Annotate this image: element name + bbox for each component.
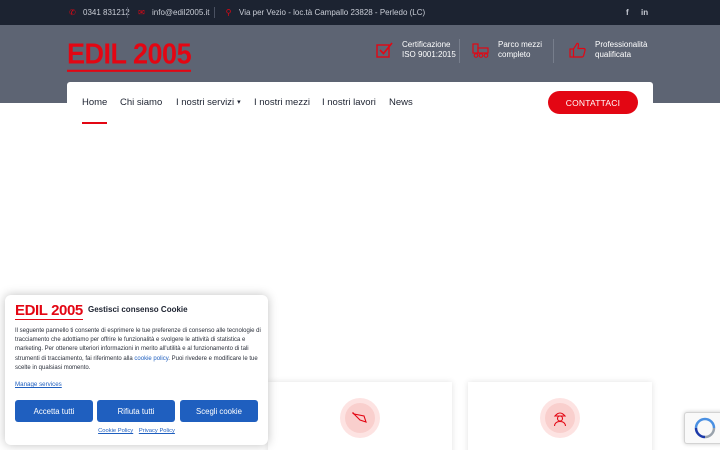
cookie-description: Il seguente pannello ti consente di espr… [15, 327, 261, 373]
divider [553, 39, 554, 63]
address-contact: ⚲ Via per Vezio - loc.tà Campallo 23828 … [224, 8, 426, 17]
phone-contact[interactable]: ✆ 0341 831212 [68, 8, 130, 17]
map-pin-icon: ⚲ [225, 8, 232, 17]
nav-item-mezzi[interactable]: I nostri mezzi [254, 97, 310, 108]
accept-all-button[interactable]: Accetta tutti [15, 400, 93, 422]
feature-line1: Professionalità [595, 40, 648, 49]
contact-button[interactable]: CONTATTACI [548, 91, 638, 114]
cookie-policy-link[interactable]: Cookie Policy [98, 428, 133, 434]
phone-number: 0341 831212 [83, 8, 130, 17]
service-card[interactable] [468, 382, 652, 450]
cookie-consent-dialog: EDIL 2005 Gestisci consenso Cookie Il se… [5, 295, 268, 445]
nav-item-news[interactable]: News [389, 97, 413, 108]
cookie-logo: EDIL 2005 [15, 302, 83, 320]
recaptcha-icon [694, 417, 715, 439]
feature-line2: completo [498, 50, 531, 59]
cookie-policy-inline-link[interactable]: cookie policy [134, 356, 168, 362]
envelope-icon: ✉ [138, 8, 145, 17]
worker-icon [540, 398, 580, 438]
email-contact[interactable]: ✉ info@edil2005.it [137, 8, 210, 17]
choose-cookies-button[interactable]: Scegli cookie [180, 400, 258, 422]
top-bar: ✆ 0341 831212 ✉ info@edil2005.it ⚲ Via p… [0, 0, 720, 25]
cookie-title: Gestisci consenso Cookie [88, 305, 188, 314]
nav-item-label: I nostri servizi [176, 97, 235, 108]
feature-fleet: Parco mezzi completo [472, 40, 542, 60]
feature-professionals: Professionalità qualificata [569, 40, 647, 60]
nav-item-home[interactable]: Home [82, 97, 108, 124]
main-nav: Home Chi siamo I nostri servizi ▾ I nostr… [67, 82, 653, 124]
service-card[interactable] [268, 382, 452, 450]
privacy-policy-link[interactable]: Privacy Policy [139, 428, 175, 434]
feature-line1: Parco mezzi [498, 40, 543, 49]
recaptcha-badge[interactable] [684, 412, 720, 444]
feature-line2: ISO 9001:2015 [402, 50, 456, 59]
manage-services-link[interactable]: Manage services [15, 381, 62, 388]
checkbox-icon [376, 42, 393, 58]
nav-item-servizi[interactable]: I nostri servizi ▾ [176, 97, 241, 108]
nav-item-lavori[interactable]: I nostri lavori [322, 97, 376, 108]
phone-icon: ✆ [69, 8, 76, 17]
cookie-footer-links: Cookie Policy Privacy Policy [5, 428, 268, 434]
facebook-icon[interactable]: f [626, 8, 629, 17]
divider [459, 39, 460, 63]
feature-line1: Certificazione [402, 40, 451, 49]
feature-line2: qualificata [595, 50, 632, 59]
divider [127, 7, 128, 18]
thumbs-up-icon [569, 42, 586, 58]
feature-certification: Certificazione ISO 9001:2015 [376, 40, 456, 60]
site-logo[interactable]: EDIL 2005 [67, 38, 192, 72]
reject-all-button[interactable]: Rifiuta tutti [97, 400, 175, 422]
divider [214, 7, 215, 18]
truck-icon [472, 43, 489, 58]
nav-item-chi-siamo[interactable]: Chi siamo [120, 97, 162, 108]
linkedin-icon[interactable]: in [641, 8, 648, 17]
address-text: Via per Vezio - loc.tà Campallo 23828 - … [239, 8, 426, 17]
trowel-icon [340, 398, 380, 438]
chevron-down-icon: ▾ [237, 99, 241, 106]
email-address: info@edil2005.it [152, 8, 210, 17]
